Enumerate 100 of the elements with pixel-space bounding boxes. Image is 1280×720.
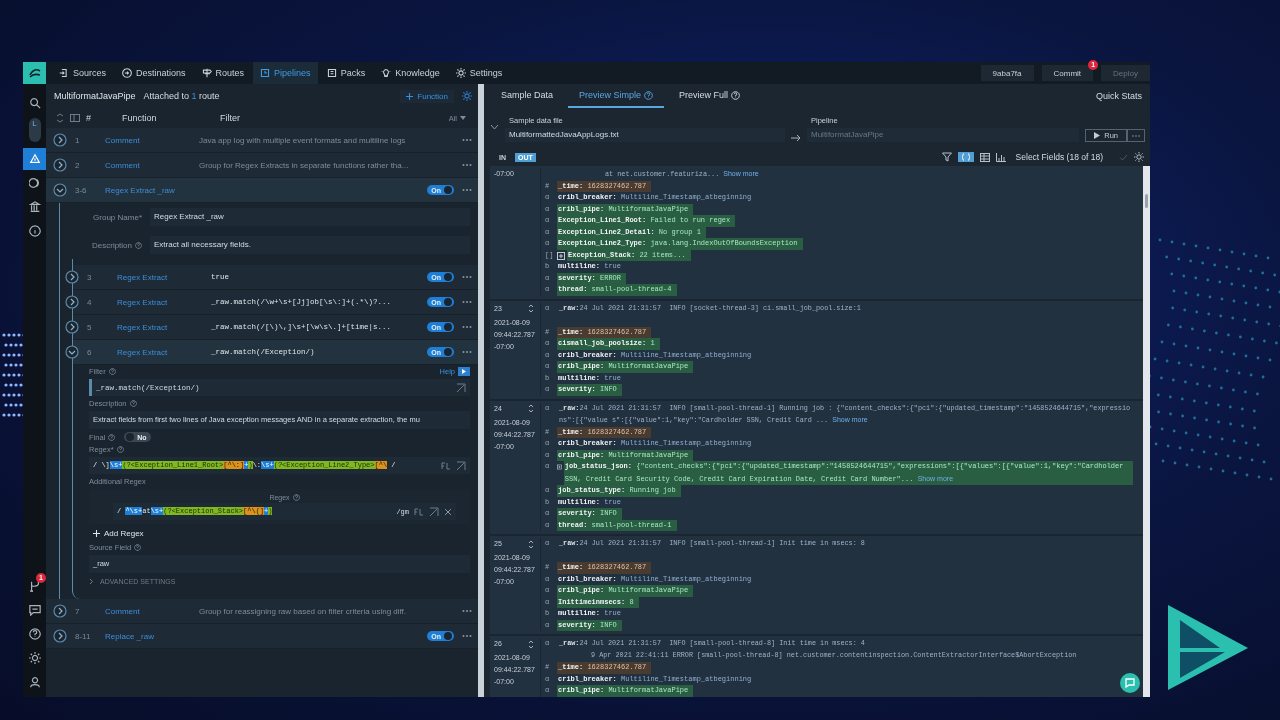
chevron-icon <box>89 578 94 585</box>
expand-collapse-icon[interactable] <box>528 304 534 313</box>
plus-icon <box>406 92 414 100</box>
login-icon <box>59 68 69 78</box>
triangle-icon <box>28 153 41 165</box>
column-header: Function <box>122 113 158 123</box>
expand-toggle-icon[interactable] <box>53 158 67 172</box>
filter-icon[interactable] <box>941 152 952 162</box>
preview-tab[interactable]: Sample Data <box>490 84 565 108</box>
add-regex-button[interactable]: Add Regex <box>89 527 148 540</box>
triangle-button[interactable] <box>23 148 46 170</box>
function-number: 4 <box>87 297 93 307</box>
expand-toggle-icon[interactable] <box>65 345 79 359</box>
workspace-badge[interactable]: L <box>28 118 41 142</box>
select-fields-button[interactable]: Select Fields (18 of 18) <box>1011 152 1113 162</box>
function-name[interactable]: Regex Extract _raw <box>105 185 199 195</box>
more-icon[interactable] <box>462 300 472 304</box>
expand-collapse-icon[interactable] <box>528 404 534 413</box>
lightbulb-icon <box>381 68 392 78</box>
add-function-button[interactable]: Function <box>400 89 454 103</box>
scrollbar[interactable] <box>478 84 484 697</box>
nav-tab[interactable]: Knowledge <box>374 62 447 84</box>
package-icon <box>326 68 337 78</box>
play-icon <box>1094 132 1101 139</box>
more-icon[interactable] <box>462 609 472 613</box>
more-icon[interactable] <box>462 275 472 279</box>
json-view-icon[interactable] <box>957 152 974 162</box>
function-name[interactable]: Regex Extract <box>117 322 211 332</box>
pipeline-field[interactable]: MultiformatJavaPipe <box>807 128 1080 142</box>
function-name[interactable]: Comment <box>105 160 199 170</box>
expand-toggle-icon[interactable] <box>65 270 79 284</box>
table-icon[interactable] <box>979 152 990 162</box>
description-field[interactable]: Extract all necessary fields. <box>150 236 470 254</box>
chat-icon <box>28 604 41 616</box>
search-icon <box>28 97 41 109</box>
settings-icon[interactable] <box>1134 152 1144 162</box>
preview-tab[interactable]: Preview Simple <box>568 84 665 108</box>
field-label: Group Name* <box>93 212 142 222</box>
library-icon <box>28 201 41 213</box>
nav-tab[interactable]: Destinations <box>115 62 193 84</box>
check-icon[interactable] <box>1119 153 1128 161</box>
expand-toggle-icon[interactable] <box>53 629 67 643</box>
expand-editor-icon[interactable] <box>456 382 466 393</box>
attached-routes-text: Attached to 1 route <box>143 91 220 101</box>
expand-toggle-icon[interactable] <box>65 295 79 309</box>
scrollbar[interactable] <box>1143 166 1150 697</box>
chat-icon[interactable] <box>1120 673 1140 693</box>
more-icon[interactable] <box>462 188 472 192</box>
close-icon[interactable] <box>444 507 452 516</box>
collapse-icon[interactable] <box>490 124 499 130</box>
video-icon[interactable] <box>458 367 470 376</box>
function-name[interactable]: Regex Extract <box>117 272 211 282</box>
info-icon <box>28 225 41 237</box>
nav-tab[interactable]: Routes <box>194 62 252 84</box>
more-icon <box>1132 134 1140 137</box>
quick-stats-button[interactable]: Quick Stats <box>1088 84 1150 108</box>
logo-icon[interactable] <box>23 62 46 84</box>
caret-icon <box>460 116 466 120</box>
function-name[interactable]: Comment <box>105 135 199 145</box>
more-button[interactable] <box>1127 129 1145 142</box>
more-icon[interactable] <box>462 350 472 354</box>
nav-tab[interactable]: Packs <box>319 62 373 84</box>
expand-collapse-icon[interactable] <box>528 539 534 549</box>
function-number: 5 <box>87 322 93 332</box>
expand-icon[interactable] <box>557 463 562 471</box>
function-name[interactable]: Regex Extract <box>117 297 211 307</box>
plus-icon <box>93 530 100 537</box>
nav-tab[interactable]: Settings <box>448 62 510 84</box>
expand-toggle-icon[interactable] <box>53 183 67 197</box>
function-name[interactable]: Regex Extract <box>117 347 211 357</box>
expand-editor-icon[interactable] <box>429 506 439 517</box>
function-number: 1 <box>75 135 81 145</box>
preview-tab[interactable]: Preview Full <box>668 84 752 108</box>
pipeline-name: MultiformatJavaPipe <box>54 91 136 101</box>
settings-icon[interactable] <box>462 91 472 101</box>
function-number: 3 <box>87 272 93 282</box>
more-icon[interactable] <box>462 634 472 638</box>
bar-chart-icon[interactable] <box>995 152 1006 162</box>
comment-text: Java app log with multiple event formats and multiline logs <box>199 135 407 145</box>
group-name-field[interactable]: Regex Extract _raw <box>150 208 470 226</box>
function-number: 3-6 <box>75 185 88 195</box>
expand-editor-icon[interactable] <box>456 460 466 471</box>
function-number: 2 <box>75 160 81 170</box>
function-name[interactable]: Replace _raw <box>105 631 199 641</box>
sample-file-field[interactable]: MultiformattedJavaAppLogs.txt <box>505 128 785 142</box>
expand-collapse-icon[interactable] <box>528 639 534 649</box>
more-icon[interactable] <box>462 325 472 329</box>
nav-tab[interactable]: Pipelines <box>253 62 318 84</box>
expand-all-icon[interactable] <box>56 113 64 123</box>
more-icon[interactable] <box>462 163 472 167</box>
expand-icon[interactable] <box>557 251 565 260</box>
more-icon[interactable] <box>462 138 472 142</box>
expand-toggle-icon[interactable] <box>53 133 67 147</box>
columns-icon[interactable] <box>70 114 80 122</box>
nav-tab[interactable]: Sources <box>52 62 114 84</box>
expand-toggle-icon[interactable] <box>53 604 67 618</box>
expand-toggle-icon[interactable] <box>65 320 79 334</box>
comment-text: Group for Regex Extracts in separate functions rather tha... <box>199 160 410 170</box>
version-dropdown[interactable]: 9aba7fa <box>980 65 1034 81</box>
function-name[interactable]: Comment <box>105 606 199 616</box>
